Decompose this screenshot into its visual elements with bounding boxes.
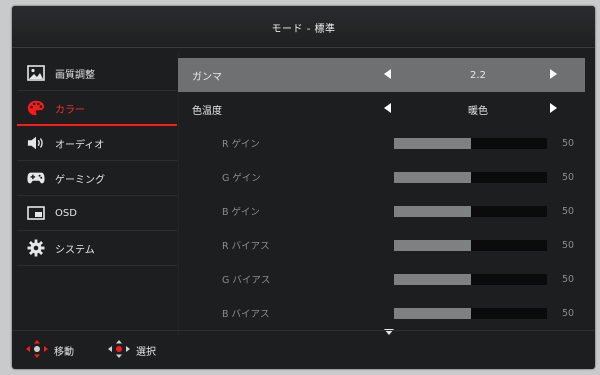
color-temp-label: 色温度 — [192, 105, 222, 117]
sidebar-item-label: オーディオ — [55, 139, 105, 151]
color-temp-row[interactable]: 色温度 暖色 — [178, 92, 585, 126]
slider-row[interactable]: G ゲイン 50 — [178, 160, 585, 194]
gamma-label: ガンマ — [192, 71, 222, 83]
title-bar: モード - 標準 — [12, 6, 595, 48]
select-label: 選択 — [136, 346, 156, 358]
sidebar-item-color[interactable]: カラー — [17, 91, 177, 126]
arrow-left-icon[interactable] — [384, 68, 392, 82]
slider-row[interactable]: G バイアス 50 — [178, 262, 585, 296]
sidebar-item-system[interactable]: システム — [17, 231, 177, 266]
slider-value: 50 — [562, 205, 575, 217]
gamma-value: 2.2 — [470, 69, 486, 81]
slider-track[interactable] — [394, 240, 547, 251]
footer-move: 移動 — [26, 339, 74, 361]
slider-fill — [394, 172, 471, 183]
sidebar-item-label: システム — [55, 244, 95, 256]
slider-row[interactable]: B バイアス 50 — [178, 296, 585, 330]
slider-label: B ゲイン — [222, 207, 260, 218]
slider-value: 50 — [562, 239, 575, 251]
image-icon — [27, 64, 45, 82]
gear-icon — [27, 239, 45, 257]
settings-panel: ガンマ 2.2 色温度 暖色 R ゲイン 50 G ゲイン 50 B ゲイン 5… — [178, 52, 585, 337]
palette-icon — [27, 99, 45, 117]
slider-track[interactable] — [394, 172, 547, 183]
sidebar-item-label: OSD — [55, 207, 77, 219]
dpad-move-icon — [26, 339, 48, 361]
move-label: 移動 — [54, 346, 74, 358]
slider-label: G バイアス — [222, 275, 271, 286]
sidebar-item-osd[interactable]: OSD — [17, 196, 177, 231]
slider-label: B バイアス — [222, 309, 270, 320]
slider-fill — [394, 206, 471, 217]
gamepad-icon — [27, 169, 45, 187]
color-temp-value: 暖色 — [468, 105, 488, 117]
slider-track[interactable] — [394, 308, 547, 319]
slider-row[interactable]: B ゲイン 50 — [178, 194, 585, 228]
sidebar-item-picture[interactable]: 画質調整 — [17, 56, 177, 91]
slider-fill — [394, 274, 471, 285]
arrow-left-icon[interactable] — [384, 102, 392, 116]
slider-label: R ゲイン — [222, 139, 260, 150]
slider-fill — [394, 240, 471, 251]
sidebar: 画質調整 カラー オーディオ ゲーミング OSD システム — [17, 56, 177, 266]
speaker-icon — [27, 134, 45, 152]
slider-track[interactable] — [394, 138, 547, 149]
slider-value: 50 — [562, 171, 575, 183]
arrow-right-icon[interactable] — [549, 68, 557, 82]
dpad-select-icon — [108, 339, 130, 361]
slider-fill — [394, 308, 471, 319]
osd-window: モード - 標準 画質調整 カラー オーディオ ゲーミング OSD システム ガ… — [12, 6, 595, 369]
slider-label: R バイアス — [222, 241, 270, 252]
footer-select: 選択 — [108, 339, 156, 361]
osd-icon — [27, 204, 45, 222]
arrow-right-icon[interactable] — [549, 102, 557, 116]
slider-fill — [394, 138, 471, 149]
sidebar-item-label: カラー — [55, 104, 85, 116]
sidebar-item-label: 画質調整 — [55, 69, 95, 81]
footer: 移動 選択 — [12, 330, 595, 369]
slider-track[interactable] — [394, 206, 547, 217]
slider-value: 50 — [562, 273, 575, 285]
sidebar-item-audio[interactable]: オーディオ — [17, 126, 177, 161]
slider-value: 50 — [562, 307, 575, 319]
slider-row[interactable]: R ゲイン 50 — [178, 126, 585, 160]
gamma-row[interactable]: ガンマ 2.2 — [178, 58, 585, 92]
sidebar-item-gaming[interactable]: ゲーミング — [17, 161, 177, 196]
slider-label: G ゲイン — [222, 173, 261, 184]
slider-value: 50 — [562, 137, 575, 149]
slider-row[interactable]: R バイアス 50 — [178, 228, 585, 262]
slider-track[interactable] — [394, 274, 547, 285]
sidebar-item-label: ゲーミング — [55, 174, 105, 186]
page-title: モード - 標準 — [271, 23, 336, 35]
